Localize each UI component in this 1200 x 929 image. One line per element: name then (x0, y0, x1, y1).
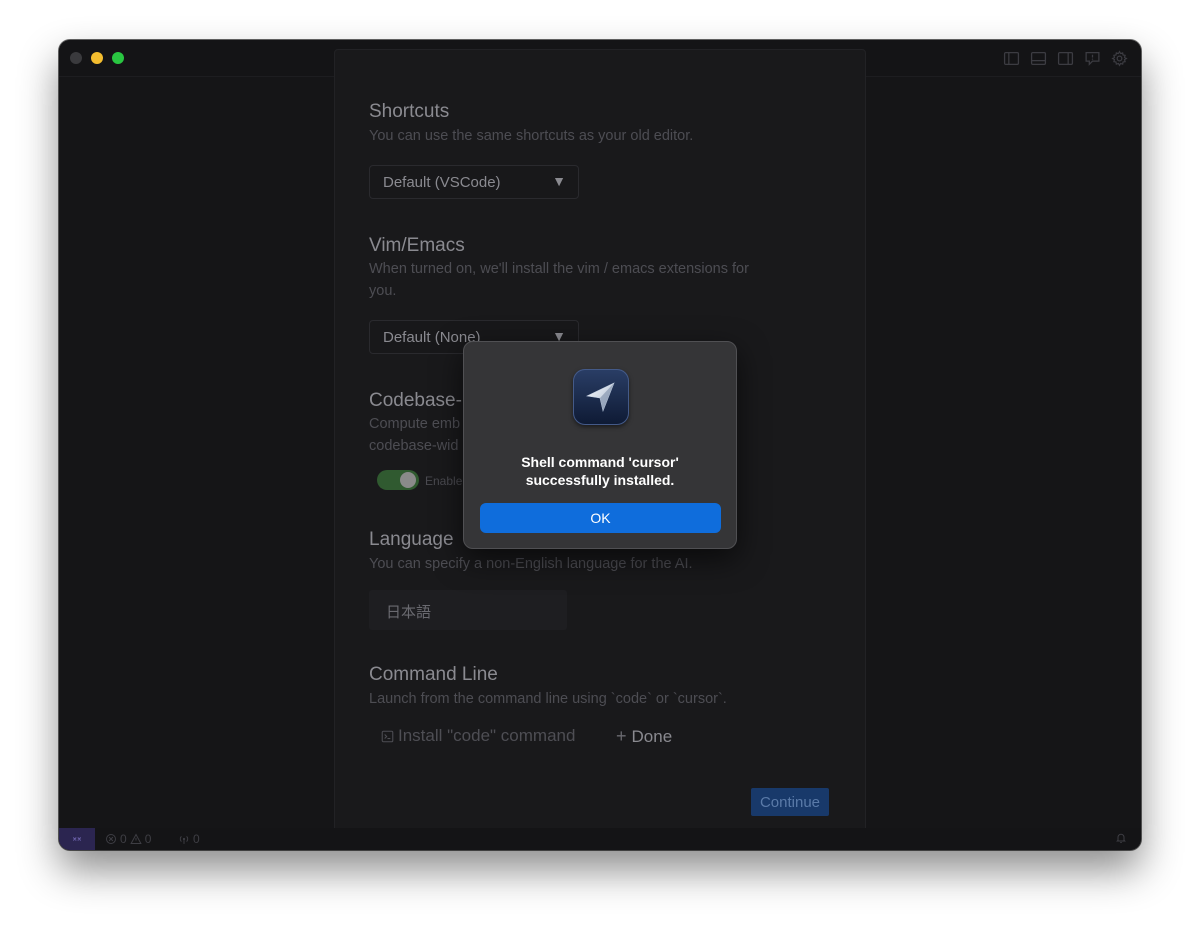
split-editor-icon[interactable] (1055, 48, 1075, 68)
feedback-icon[interactable] (1082, 48, 1102, 68)
dialog-message-line2: successfully installed. (525, 472, 675, 488)
codebase-toggle[interactable] (377, 470, 419, 490)
bell-icon (1116, 833, 1126, 843)
panel-bottom-icon[interactable] (1028, 48, 1048, 68)
terminal-icon (381, 730, 394, 742)
install-code-command-label: Install "code" command (398, 726, 576, 745)
maximize-window-button[interactable] (112, 52, 124, 64)
command-line-description: Launch from the command line using `code… (369, 691, 727, 707)
cursor-app-icon (573, 369, 629, 425)
minimize-window-button[interactable] (91, 52, 103, 64)
codebase-title: Codebase- (369, 390, 462, 411)
warning-icon (129, 833, 142, 844)
codebase-toggle-label: Enable (425, 474, 463, 488)
broadcast-icon (179, 836, 189, 844)
vim-emacs-description: When turned on, we'll install the vim / … (369, 261, 749, 299)
install-code-command-button[interactable]: Install "code" command (381, 726, 575, 746)
language-title: Language (369, 529, 454, 550)
done-button[interactable]: + Done (616, 726, 672, 747)
triangle-down-icon: ▼ (552, 173, 566, 189)
shortcuts-selected-value: Default (VSCode) (383, 174, 501, 191)
ports-indicator[interactable]: 0 (178, 832, 200, 846)
sidebar-left-icon[interactable] (1001, 48, 1021, 68)
dialog-message: Shell command 'cursor' successfully inst… (464, 453, 736, 489)
remote-button[interactable] (59, 828, 95, 850)
toggle-knob (400, 472, 416, 488)
error-icon (106, 834, 116, 844)
title-bar-actions (1001, 48, 1129, 68)
status-bar: 0 0 0 (59, 828, 1141, 850)
language-description: You can specify a non-English language f… (369, 556, 693, 572)
shortcuts-description: You can use the same shortcuts as your o… (369, 128, 694, 144)
problems-indicator[interactable]: 0 0 (105, 832, 151, 846)
ports-count: 0 (193, 832, 200, 846)
notifications-button[interactable] (1115, 832, 1127, 844)
language-input-value: 日本語 (386, 604, 432, 621)
command-line-title: Command Line (369, 664, 498, 685)
close-window-button[interactable] (70, 52, 82, 64)
done-label: Done (631, 726, 673, 746)
error-count: 0 (120, 832, 127, 846)
vim-emacs-title: Vim/Emacs (369, 235, 465, 256)
shortcuts-dropdown[interactable]: Default (VSCode) ▼ (369, 165, 579, 199)
gear-icon[interactable] (1109, 48, 1129, 68)
shortcuts-title: Shortcuts (369, 101, 450, 122)
remote-icon (72, 837, 82, 841)
language-input[interactable]: 日本語 (369, 590, 567, 630)
continue-button[interactable]: Continue (751, 788, 829, 816)
plus-icon: + (616, 726, 627, 746)
dialog-message-line1: Shell command 'cursor' (521, 454, 679, 470)
warning-count: 0 (144, 832, 152, 846)
install-success-dialog: Shell command 'cursor' successfully inst… (463, 341, 737, 549)
ok-button[interactable]: OK (480, 503, 721, 533)
